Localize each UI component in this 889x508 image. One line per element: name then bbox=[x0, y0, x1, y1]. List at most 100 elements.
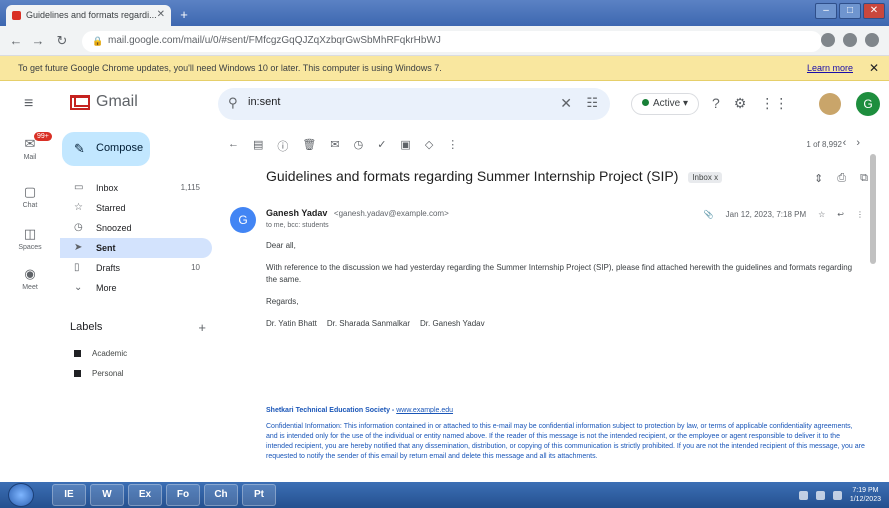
label-icon[interactable]: ◇ bbox=[425, 138, 433, 154]
status-dot-icon bbox=[642, 99, 649, 106]
search-icon[interactable]: ⚲ bbox=[228, 95, 238, 111]
nav-item-more[interactable]: ⌄ More bbox=[60, 278, 212, 298]
browser-menu-icon[interactable] bbox=[865, 33, 879, 47]
footer-disclaimer: Confidential Information: This informati… bbox=[266, 423, 865, 460]
search-options-icon[interactable]: ☷ bbox=[586, 95, 598, 111]
signatory: Dr. Ganesh Yadav bbox=[420, 319, 485, 328]
status-chip[interactable]: Active ▾ bbox=[631, 93, 700, 115]
forward-arrow-icon[interactable]: → bbox=[30, 33, 46, 49]
nav-item-label: Inbox bbox=[96, 183, 119, 193]
chat-icon: ▢ bbox=[23, 184, 37, 199]
search-bar: ⚲ ✕ ☷ bbox=[218, 88, 610, 120]
pagination-arrows[interactable]: ‹› bbox=[843, 137, 870, 149]
help-icon[interactable]: ? bbox=[712, 95, 720, 112]
back-to-list-icon[interactable]: ← bbox=[228, 138, 239, 154]
archive-icon[interactable]: ▤ bbox=[253, 138, 263, 154]
move-to-icon[interactable]: ▣ bbox=[400, 138, 410, 154]
compose-button[interactable]: ✎ Compose bbox=[62, 132, 150, 166]
rail-item-meet[interactable]: ◉ Meet bbox=[6, 266, 54, 291]
compose-label: Compose bbox=[96, 142, 144, 154]
rail-item-spaces[interactable]: ◫ Spaces bbox=[6, 226, 54, 251]
sender-name[interactable]: Ganesh Yadav bbox=[266, 208, 327, 218]
volume-icon[interactable] bbox=[815, 490, 825, 500]
send-icon: ➤ bbox=[74, 242, 83, 253]
tab-close-icon[interactable]: ✕ bbox=[157, 9, 165, 20]
close-window-button[interactable]: ✕ bbox=[863, 3, 885, 19]
browser-tab[interactable]: Guidelines and formats regardi... ✕ bbox=[6, 5, 171, 26]
message-toolbar: ← ▤ ⓘ 🗑 ✉ ◷ ✓ ▣ ◇ ⋮ 1 of 8,992 ‹› bbox=[218, 132, 878, 158]
nav-item-starred[interactable]: ☆ Starred bbox=[60, 198, 212, 218]
more-options-icon[interactable]: ⋮ bbox=[447, 138, 458, 154]
delete-icon[interactable]: 🗑 bbox=[302, 138, 316, 154]
expand-icon[interactable]: ⇕ bbox=[814, 172, 823, 185]
taskbar-app-explorer[interactable]: Ex bbox=[128, 484, 162, 506]
taskbar-app-paint[interactable]: Pt bbox=[242, 484, 276, 506]
clear-search-icon[interactable]: ✕ bbox=[560, 95, 572, 112]
extension-icons bbox=[821, 33, 879, 47]
infobar-text: To get future Google Chrome updates, you… bbox=[18, 63, 442, 73]
nav-item-snoozed[interactable]: ◷ Snoozed bbox=[60, 218, 212, 238]
infobar-close-icon[interactable]: ✕ bbox=[869, 61, 879, 75]
scrollbar[interactable] bbox=[870, 154, 876, 264]
print-icon[interactable]: ⎙ bbox=[837, 172, 846, 185]
star-icon: ☆ bbox=[74, 202, 83, 213]
taskbar-clock[interactable]: 7:19 PM 1/12/2023 bbox=[850, 486, 881, 504]
learn-more-link[interactable]: Learn more bbox=[807, 63, 853, 73]
gmail-header: ≡ Gmail ⚲ ✕ ☷ Active ▾ ? ⚙ ⋮⋮ G bbox=[0, 81, 889, 126]
add-task-icon[interactable]: ✓ bbox=[377, 138, 386, 154]
start-button[interactable] bbox=[8, 483, 34, 507]
window-controls: – □ ✕ bbox=[815, 3, 885, 19]
search-input[interactable] bbox=[248, 96, 548, 108]
reply-icon[interactable]: ↩ bbox=[837, 210, 844, 219]
browser-tabbar: Guidelines and formats regardi... ✕ + – … bbox=[0, 0, 889, 26]
star-toggle-icon[interactable]: ☆ bbox=[818, 210, 825, 219]
nav-item-inbox[interactable]: ▭ Inbox 1,115 bbox=[60, 178, 212, 198]
minimize-button[interactable]: – bbox=[815, 3, 837, 19]
snooze-icon[interactable]: ◷ bbox=[354, 138, 364, 154]
header-icons: ? ⚙ ⋮⋮ bbox=[712, 95, 788, 112]
network-icon[interactable] bbox=[798, 490, 808, 500]
nav-item-label: Starred bbox=[96, 203, 126, 213]
flag-icon[interactable] bbox=[832, 490, 842, 500]
extension-icon[interactable] bbox=[821, 33, 835, 47]
reload-icon[interactable]: ↻ bbox=[54, 33, 70, 49]
add-label-icon[interactable]: + bbox=[198, 320, 206, 335]
message-more-icon[interactable]: ⋮ bbox=[856, 210, 864, 219]
folder-chip[interactable]: Inbox x bbox=[688, 171, 723, 183]
recipient-line[interactable]: to me, bcc: students bbox=[266, 222, 329, 229]
label-item-academic[interactable]: Academic bbox=[74, 349, 127, 358]
account-avatar[interactable]: G bbox=[856, 92, 880, 116]
nav-item-drafts[interactable]: ▯ Drafts 10 bbox=[60, 258, 212, 278]
maximize-button[interactable]: □ bbox=[839, 3, 861, 19]
back-arrow-icon[interactable]: ← bbox=[8, 33, 24, 49]
url-text: mail.google.com/mail/u/0/#sent/FMfcgzGqQ… bbox=[108, 35, 441, 46]
main-menu-icon[interactable]: ≡ bbox=[24, 95, 33, 113]
taskbar-app-folder[interactable]: Fo bbox=[166, 484, 200, 506]
report-spam-icon[interactable]: ⓘ bbox=[277, 138, 288, 154]
rail-item-chat[interactable]: ▢ Chat bbox=[6, 184, 54, 209]
folder-nav: ▭ Inbox 1,115 ☆ Starred ◷ Snoozed ➤ Sent… bbox=[60, 178, 212, 298]
taskbar-app-word[interactable]: W bbox=[90, 484, 124, 506]
signatory: Dr. Sharada Sanmalkar bbox=[326, 319, 410, 328]
signatories: Dr. Yatin Bhatt Dr. Sharada Sanmalkar Dr… bbox=[266, 318, 856, 330]
nav-item-label: Drafts bbox=[96, 263, 121, 273]
mark-unread-icon[interactable]: ✉ bbox=[330, 138, 339, 154]
nav-item-count: 1,115 bbox=[180, 183, 200, 192]
message-meta: 📎 Jan 12, 2023, 7:18 PM ☆ ↩ ⋮ bbox=[704, 210, 864, 219]
taskbar-app-chrome[interactable]: Ch bbox=[204, 484, 238, 506]
open-new-window-icon[interactable]: ⧉ bbox=[860, 172, 868, 185]
profile-icon[interactable] bbox=[843, 33, 857, 47]
footer-link[interactable]: www.example.edu bbox=[396, 407, 453, 414]
nav-item-sent[interactable]: ➤ Sent bbox=[60, 238, 212, 258]
apps-grid-icon[interactable]: ⋮⋮ bbox=[760, 95, 788, 112]
label-item-personal[interactable]: Personal bbox=[74, 369, 124, 378]
taskbar-app-ie[interactable]: IE bbox=[52, 484, 86, 506]
sender-avatar[interactable]: G bbox=[230, 207, 256, 233]
settings-gear-icon[interactable]: ⚙ bbox=[734, 95, 747, 112]
url-field[interactable]: 🔒 mail.google.com/mail/u/0/#sent/FMfcgzG… bbox=[82, 31, 822, 52]
new-tab-button[interactable]: + bbox=[176, 8, 192, 22]
gmail-logo-text: Gmail bbox=[96, 93, 138, 110]
clock-time: 7:19 PM bbox=[852, 487, 879, 494]
gmail-logo[interactable]: Gmail bbox=[70, 93, 138, 111]
rail-item-mail[interactable]: ✉ 99+ Mail bbox=[6, 132, 54, 161]
